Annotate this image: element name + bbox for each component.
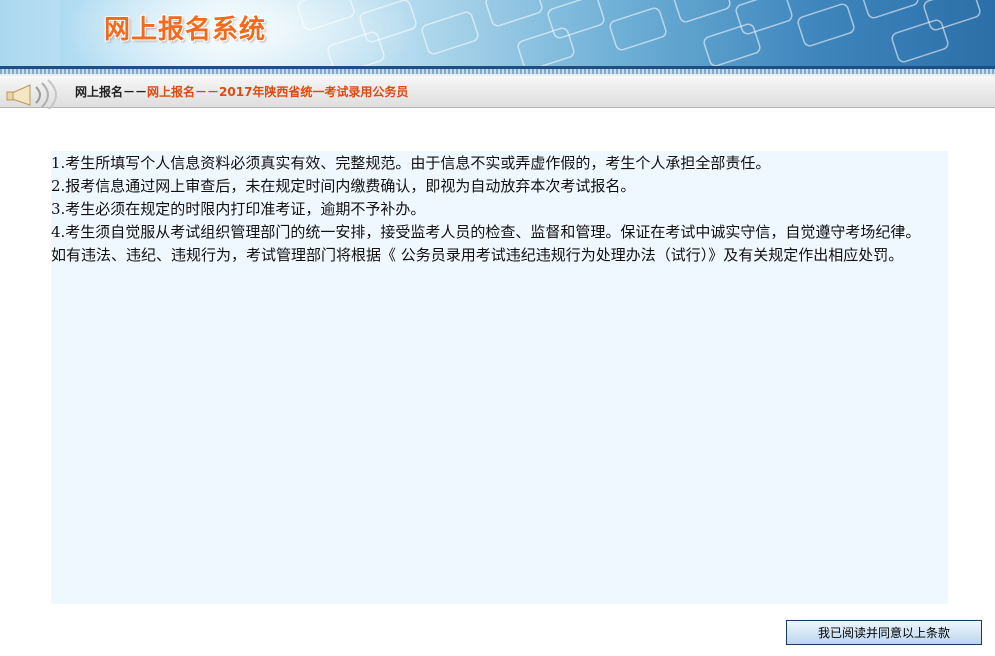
- breadcrumb: 网上报名－－网上报名－－2017年陕西省统一考试录用公务员: [75, 84, 408, 100]
- terms-list: 1.考生所填写个人信息资料必须真实有效、完整规范。由于信息不实或弄虚作假的，考生…: [51, 152, 931, 267]
- system-title: 网上报名系统: [104, 15, 267, 45]
- breadcrumb-bar: 网上报名－－网上报名－－2017年陕西省统一考试录用公务员: [0, 76, 995, 109]
- terms-notice-panel: 1.考生所填写个人信息资料必须真实有效、完整规范。由于信息不实或弄虚作假的，考生…: [51, 151, 948, 604]
- agree-terms-button[interactable]: 我已阅读并同意以上条款: [786, 620, 982, 645]
- breadcrumb-home-link[interactable]: 网上报名: [75, 85, 123, 99]
- breadcrumb-current: 网上报名－－2017年陕西省统一考试录用公务员: [147, 85, 409, 99]
- terms-item: 4.考生须自觉服从考试组织管理部门的统一安排，接受监考人员的检查、监督和管理。保…: [51, 223, 921, 264]
- terms-item: 3.考生必须在规定的时限内打印准考证，逾期不予补办。: [51, 200, 426, 218]
- terms-item: 2.报考信息通过网上审查后，未在规定时间内缴费确认，即视为自动放弃本次考试报名。: [51, 177, 636, 195]
- horn-icon: [6, 79, 57, 109]
- breadcrumb-separator: －－: [123, 85, 148, 99]
- header-banner: 网上报名系统: [0, 0, 995, 66]
- terms-item: 1.考生所填写个人信息资料必须真实有效、完整规范。由于信息不实或弄虚作假的，考生…: [51, 154, 771, 172]
